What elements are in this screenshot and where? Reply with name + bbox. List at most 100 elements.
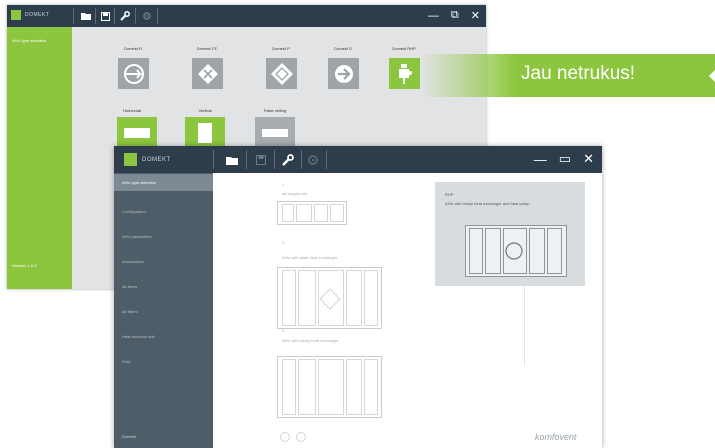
option-label: Air supply unit <box>282 191 308 196</box>
diagram-section <box>469 228 483 274</box>
option-label: AHU with plate heat exchanger <box>282 255 338 260</box>
plate-icon <box>270 62 293 85</box>
unit-diagram-supply[interactable] <box>277 201 347 225</box>
diagram-section <box>503 228 527 274</box>
back-app-logo: DOMEKT <box>11 10 49 20</box>
nav-item-heat-recovery[interactable]: Heat recovery unit <box>114 328 213 345</box>
coming-soon-banner: Jau netrukus! <box>421 54 715 97</box>
toolbar-separator <box>326 150 327 169</box>
diagram-section <box>485 228 501 274</box>
mounting-label: Horizontal <box>122 108 141 113</box>
nav-item-accessories[interactable]: Accessories <box>114 253 213 270</box>
horizontal-unit-icon <box>124 128 150 138</box>
save-icon[interactable] <box>98 9 112 23</box>
option-label: AHU with rotary heat exchanger <box>282 338 339 343</box>
toolbar-separator <box>157 8 158 24</box>
unit-tile-domekt-p[interactable] <box>266 58 297 89</box>
back-window-controls: — ⧉ ✕ <box>428 9 480 22</box>
unit-tile-domekt-s[interactable] <box>328 58 359 89</box>
toolbar-separator <box>246 150 247 169</box>
diagram-section <box>330 204 344 222</box>
unit-label: Domekt S <box>334 46 352 51</box>
diagram-section <box>282 270 296 326</box>
gear-icon[interactable] <box>305 152 321 168</box>
sidebar-item-ahu-type[interactable]: AHU type selection <box>12 38 46 43</box>
wrench-icon[interactable] <box>118 9 132 23</box>
maximize-button[interactable]: ▭ <box>559 151 571 167</box>
unit-label: Domekt P <box>272 46 290 51</box>
front-app-window: DOMEKT — ▭ ✕ AHU type selection Configur… <box>114 146 602 448</box>
toolbar-separator <box>213 150 214 169</box>
open-folder-icon[interactable] <box>79 9 93 23</box>
diagram-section <box>296 204 312 222</box>
nav-item-configuration[interactable]: Configuration <box>114 203 213 220</box>
mount-tile-false-ceiling[interactable] <box>255 117 295 149</box>
unit-label: Domekt R <box>124 46 142 51</box>
unit-diagram-plate[interactable] <box>277 267 382 329</box>
toolbar-separator <box>135 8 136 24</box>
gear-icon[interactable] <box>140 9 154 23</box>
option-number: 3 <box>282 328 285 333</box>
front-title-bar: DOMEKT — ▭ ✕ <box>114 146 602 173</box>
back-sidebar: AHU type selection Version: 1.0.2 <box>7 27 72 289</box>
option-number: 1 <box>282 182 285 187</box>
preview-description: AHU with rotary heat exchanger and heat … <box>445 201 530 206</box>
restore-button[interactable]: ⧉ <box>451 9 459 22</box>
diagram-section <box>364 359 378 415</box>
prev-page-button[interactable] <box>280 432 290 442</box>
diagram-section <box>298 270 316 326</box>
nav-item-ahu-parameters[interactable]: AHU parameters <box>114 228 213 245</box>
minimize-button[interactable]: — <box>428 10 439 22</box>
banner-text: Jau netrukus! <box>521 63 636 84</box>
option-number: 2 <box>282 240 285 245</box>
nav-item-ahu-type[interactable]: AHU type selection <box>114 174 213 191</box>
toolbar-separator <box>301 150 302 169</box>
ceiling-unit-icon <box>262 129 288 137</box>
mount-tile-vertical[interactable] <box>185 117 225 149</box>
logo-text: DOMEKT <box>25 12 50 18</box>
diagram-section <box>282 359 296 415</box>
close-button[interactable]: ✕ <box>471 9 480 22</box>
rotor-icon <box>123 63 144 84</box>
next-page-button[interactable] <box>296 432 306 442</box>
nav-item-print[interactable]: Print <box>114 353 213 370</box>
heatpump-icon <box>398 63 412 84</box>
mounting-label: Vertical <box>198 108 212 113</box>
diagram-section <box>529 228 545 274</box>
sidebar-footer: Domekt <box>122 434 136 439</box>
diagram-section <box>282 204 294 222</box>
unit-diagram-rotary[interactable] <box>277 356 382 418</box>
diagram-section <box>298 359 316 415</box>
brand-logo: komfovent <box>535 432 577 442</box>
front-app-logo: DOMEKT <box>124 153 171 166</box>
diagram-section <box>318 359 344 415</box>
minimize-button[interactable]: — <box>534 152 547 167</box>
plate-exchanger-icon <box>319 288 341 310</box>
counterflow-icon <box>197 63 218 84</box>
unit-tile-domekt-rhp[interactable] <box>389 58 420 89</box>
banner-notch <box>709 70 715 82</box>
close-button[interactable]: ✕ <box>583 151 594 167</box>
mount-tile-horizontal[interactable] <box>117 117 157 149</box>
diagram-section <box>346 270 362 326</box>
nav-item-air-filters[interactable]: Air filters <box>114 303 213 320</box>
open-folder-icon[interactable] <box>224 152 240 168</box>
logo-text: DOMEKT <box>142 156 171 163</box>
toolbar-separator <box>73 8 74 24</box>
front-sidebar: AHU type selection Configuration AHU par… <box>114 173 213 448</box>
toolbar-separator <box>114 8 115 24</box>
unit-tile-domekt-r[interactable] <box>118 58 149 89</box>
back-title-bar: DOMEKT — ⧉ ✕ <box>7 5 486 27</box>
diagram-section <box>547 228 562 274</box>
diagram-section <box>318 270 344 326</box>
front-window-controls: — ▭ ✕ <box>534 151 594 167</box>
diagram-section <box>364 270 378 326</box>
preview-unit-diagram <box>465 225 567 277</box>
preview-title: RHP <box>445 192 454 197</box>
nav-item-air-flows[interactable]: Air flows <box>114 278 213 295</box>
unit-tile-domekt-cf[interactable] <box>192 58 223 89</box>
save-icon[interactable] <box>253 152 269 168</box>
diagram-section <box>314 204 328 222</box>
toolbar-separator <box>274 150 275 169</box>
wrench-icon[interactable] <box>280 152 296 168</box>
